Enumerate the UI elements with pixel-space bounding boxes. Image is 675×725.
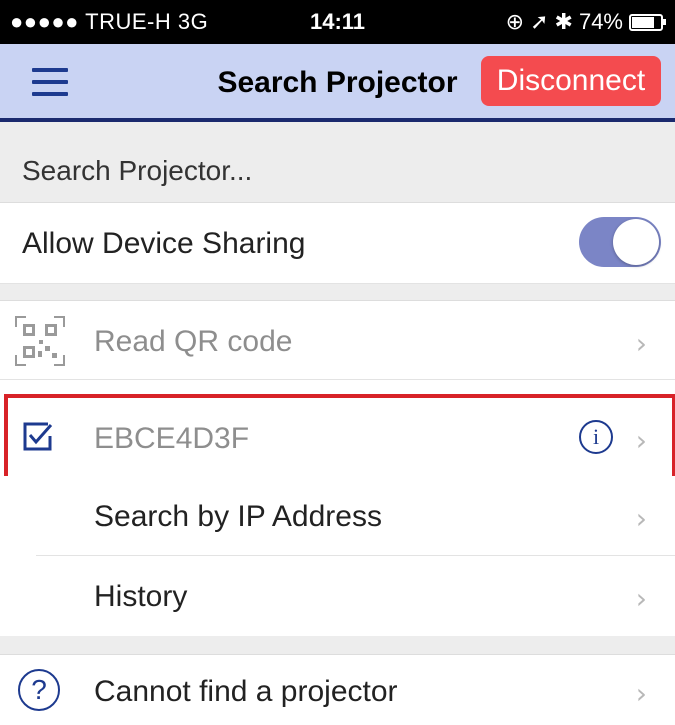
rotation-lock-icon: ⊕ xyxy=(505,9,525,34)
section-header-label: Search Projector... xyxy=(22,155,253,186)
cannot-find-projector-row[interactable]: ? Cannot find a projector › xyxy=(0,655,675,725)
status-right: ⊕ ➚ ✱ 74% xyxy=(505,9,666,35)
chevron-right-icon: › xyxy=(635,677,647,710)
question-circle-icon: ? xyxy=(18,669,60,711)
read-qr-code-label: Read QR code xyxy=(94,325,293,358)
chevron-right-icon: › xyxy=(635,502,647,535)
projector-name: EBCE4D3F xyxy=(94,422,250,455)
info-icon[interactable]: i xyxy=(579,420,613,454)
device-sharing-label: Allow Device Sharing xyxy=(22,227,306,260)
bluetooth-icon: ✱ xyxy=(554,9,573,34)
location-icon: ➚ xyxy=(530,9,549,34)
qr-code-icon xyxy=(15,316,65,366)
chevron-right-icon: › xyxy=(635,424,647,457)
device-sharing-row: Allow Device Sharing xyxy=(0,203,675,284)
device-sharing-toggle[interactable] xyxy=(579,217,661,267)
history-row[interactable]: History › xyxy=(0,556,675,637)
battery-percent: 74% xyxy=(578,9,623,34)
chevron-right-icon: › xyxy=(635,327,647,360)
search-by-ip-label: Search by IP Address xyxy=(94,500,382,533)
section-header: Search Projector... xyxy=(0,122,675,203)
battery-icon xyxy=(629,13,666,31)
section-divider xyxy=(0,284,675,301)
status-bar: ●●●●● TRUE-H 3G 14:11 ⊕ ➚ ✱ 74% xyxy=(0,0,675,44)
checkbox-checked-icon[interactable] xyxy=(22,420,54,452)
read-qr-code-row[interactable]: Read QR code › xyxy=(0,301,675,380)
nav-bar: Search Projector Disconnect xyxy=(0,44,675,122)
history-label: History xyxy=(94,580,188,613)
projector-row-ebce4d3f[interactable]: EBCE4D3F i › xyxy=(0,398,675,477)
disconnect-button[interactable]: Disconnect xyxy=(481,56,661,106)
section-divider xyxy=(0,636,675,655)
chevron-right-icon: › xyxy=(635,582,647,615)
cannot-find-projector-label: Cannot find a projector xyxy=(94,675,398,708)
search-by-ip-row[interactable]: Search by IP Address › xyxy=(0,476,675,556)
